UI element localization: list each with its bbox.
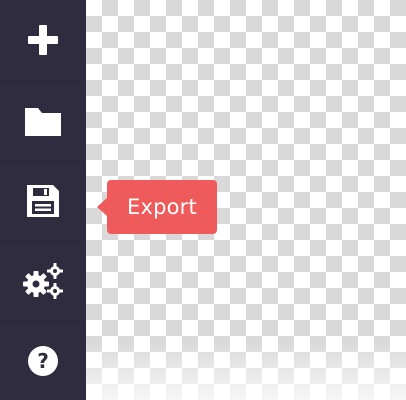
sidebar: ? xyxy=(0,0,86,400)
new-button[interactable] xyxy=(0,0,86,80)
svg-text:?: ? xyxy=(37,349,49,373)
plus-icon xyxy=(26,23,60,57)
folder-icon xyxy=(23,104,63,138)
save-button[interactable] xyxy=(0,160,86,241)
floppy-disk-icon xyxy=(25,183,61,219)
tooltip-label: Export xyxy=(127,195,197,219)
question-circle-icon: ? xyxy=(25,343,61,379)
open-button[interactable] xyxy=(0,80,86,161)
export-tooltip: Export xyxy=(107,180,217,234)
help-button[interactable]: ? xyxy=(0,320,86,400)
settings-button[interactable] xyxy=(0,240,86,321)
gears-icon xyxy=(22,262,64,300)
app-window: ? Export xyxy=(0,0,406,400)
